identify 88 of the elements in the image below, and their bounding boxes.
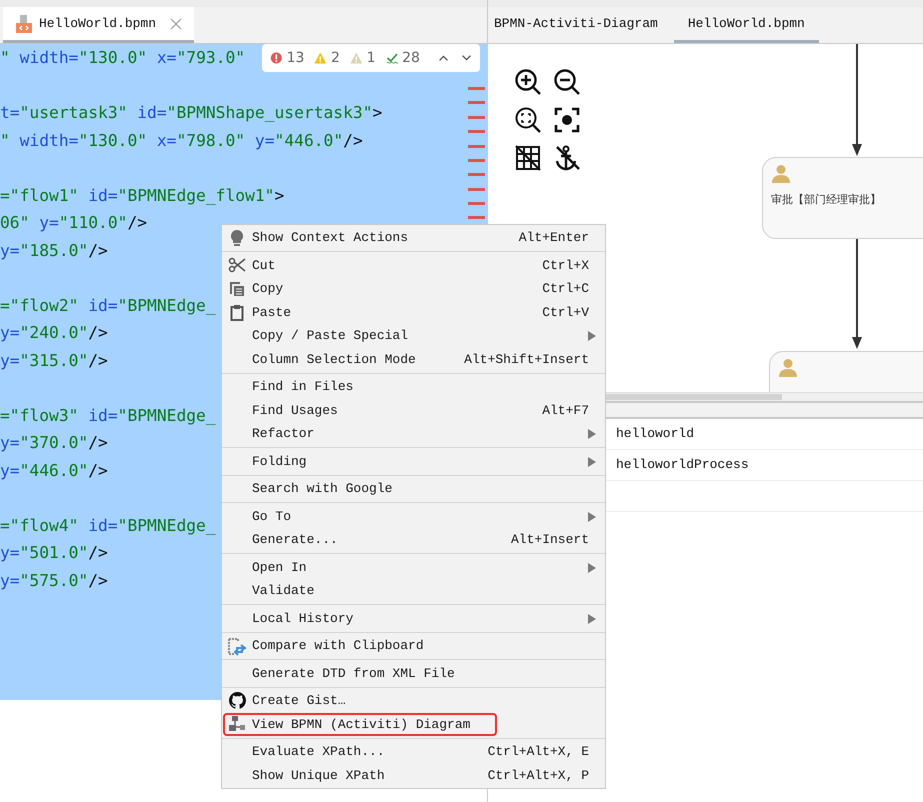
code-line: ="flow1" id="BPMNEdge_flow1">: [0, 184, 284, 207]
error-stripe-mark[interactable]: [468, 116, 485, 119]
shortcut-text: Ctrl+X: [542, 258, 589, 273]
scissors-icon: [228, 257, 246, 274]
code-line: ="flow4" id="BPMNEdge_: [0, 514, 216, 537]
error-stripe-mark[interactable]: [468, 202, 485, 205]
copy-icon: [229, 280, 245, 297]
menu-item[interactable]: Find Usages Alt+F7: [222, 398, 605, 422]
clipboard-icon: [230, 304, 244, 321]
warning-icon: [314, 50, 328, 66]
code-line: 06" y="110.0"/>: [0, 212, 148, 234]
lightbulb-icon: [229, 228, 245, 247]
shortcut-text: Alt+Shift+Insert: [464, 352, 589, 367]
chevron-up-icon[interactable]: [438, 53, 449, 63]
table-cell-text: helloworld: [615, 425, 696, 443]
code-line: y="315.0"/>: [0, 350, 108, 372]
passed-count: 28: [402, 50, 420, 66]
menu-item[interactable]: Show Unique XPath Ctrl+Alt+X, P: [222, 764, 605, 787]
error-icon: [270, 50, 283, 66]
menu-item[interactable]: Local History: [222, 606, 605, 630]
menu-item[interactable]: Generate... Alt+Insert: [222, 528, 605, 552]
shortcut-text: Alt+F7: [542, 402, 589, 418]
shortcut-text: Ctrl+Alt+X, E: [488, 744, 589, 760]
flow-diagram-icon: [228, 715, 246, 734]
anchor-icon[interactable]: [553, 144, 581, 172]
menu-item[interactable]: Folding: [222, 450, 605, 473]
code-line: " width="130.0" x="798.0" y="446.0"/>: [0, 130, 363, 152]
shortcut-text: Alt+Enter: [518, 230, 589, 246]
user-task-node[interactable]: 审批【部门经理审批】: [762, 157, 923, 239]
menu-item[interactable]: Cut Ctrl+X: [222, 254, 605, 277]
error-count: 13: [286, 50, 304, 66]
editor-tab[interactable]: HelloWorld.bpmn: [3, 7, 194, 43]
code-line: t="usertask3" id="BPMNShape_usertask3">: [0, 102, 382, 124]
weak-warning-count: 1: [366, 50, 376, 66]
menu-item[interactable]: Paste Ctrl+V: [222, 300, 605, 324]
menu-item[interactable]: Copy Ctrl+C: [222, 277, 605, 300]
close-icon[interactable]: [170, 18, 182, 30]
error-stripe-mark[interactable]: [468, 130, 485, 133]
code-line: " width="130.0" x="793.0": [0, 47, 246, 69]
menu-item[interactable]: Find in Files: [222, 375, 605, 398]
code-line: y="370.0"/>: [0, 432, 108, 454]
shortcut-text: Ctrl+C: [542, 281, 589, 296]
menu-item[interactable]: Go To: [222, 504, 605, 528]
focus-icon[interactable]: [553, 106, 581, 134]
shortcut-text: Alt+Insert: [510, 532, 589, 548]
zoom-in-icon[interactable]: [514, 68, 542, 96]
code-line: ="flow2" id="BPMNEdge_: [0, 294, 216, 317]
person-icon: [771, 164, 791, 184]
error-stripe-mark[interactable]: [468, 216, 485, 219]
zoom-fit-icon[interactable]: [514, 106, 542, 134]
shortcut-text: Ctrl+Alt+X, P: [488, 768, 589, 783]
error-stripe-mark[interactable]: [468, 101, 485, 104]
code-line: ="flow3" id="BPMNEdge_: [0, 404, 216, 427]
weak-warning-icon: [350, 50, 363, 66]
menu-item[interactable]: Search with Google: [222, 477, 605, 500]
code-line: y="446.0"/>: [0, 460, 108, 482]
menu-item[interactable]: Compare with Clipboard: [222, 634, 605, 658]
warning-count: 2: [331, 50, 340, 66]
code-line: y="240.0"/>: [0, 322, 108, 344]
shortcut-text: Ctrl+V: [542, 304, 589, 320]
xml-file-icon: [15, 14, 33, 34]
menu-item[interactable]: Validate: [222, 579, 605, 602]
code-line: y="575.0"/>: [0, 570, 108, 592]
menu-item[interactable]: Open In: [222, 556, 605, 579]
menu-item[interactable]: Column Selection Mode Alt+Shift+Insert: [222, 348, 605, 371]
menu-item[interactable]: Refactor: [222, 422, 605, 446]
menu-item[interactable]: Show Context Actions Alt+Enter: [222, 226, 605, 250]
error-stripe-mark[interactable]: [468, 159, 485, 162]
code-line: y="501.0"/>: [0, 542, 108, 564]
error-stripe-mark[interactable]: [468, 173, 485, 176]
table-cell-text: helloworldProcess: [615, 456, 750, 474]
error-stripe-mark[interactable]: [468, 87, 485, 90]
person-icon: [778, 358, 798, 378]
chevron-down-icon[interactable]: [460, 53, 472, 63]
menu-item[interactable]: Evaluate XPath... Ctrl+Alt+X, E: [222, 740, 605, 764]
error-stripe-mark[interactable]: [468, 145, 485, 148]
github-icon: [228, 692, 246, 710]
clipboard-compare-icon: [227, 636, 247, 656]
diagram-tab[interactable]: BPMN-Activiti-Diagram: [492, 7, 670, 43]
menu-item[interactable]: Create Gist…: [222, 689, 605, 712]
zoom-out-icon[interactable]: [553, 68, 581, 96]
grid-off-icon[interactable]: [514, 144, 542, 172]
menu-item[interactable]: Copy / Paste Special: [222, 324, 605, 348]
task-label: 审批【部门经理审批】: [771, 192, 882, 207]
menu-item[interactable]: View BPMN (Activiti) Diagram: [222, 712, 605, 736]
error-stripe-mark[interactable]: [468, 188, 485, 191]
code-line: y="185.0"/>: [0, 240, 108, 262]
menu-item[interactable]: Generate DTD from XML File: [222, 662, 605, 685]
